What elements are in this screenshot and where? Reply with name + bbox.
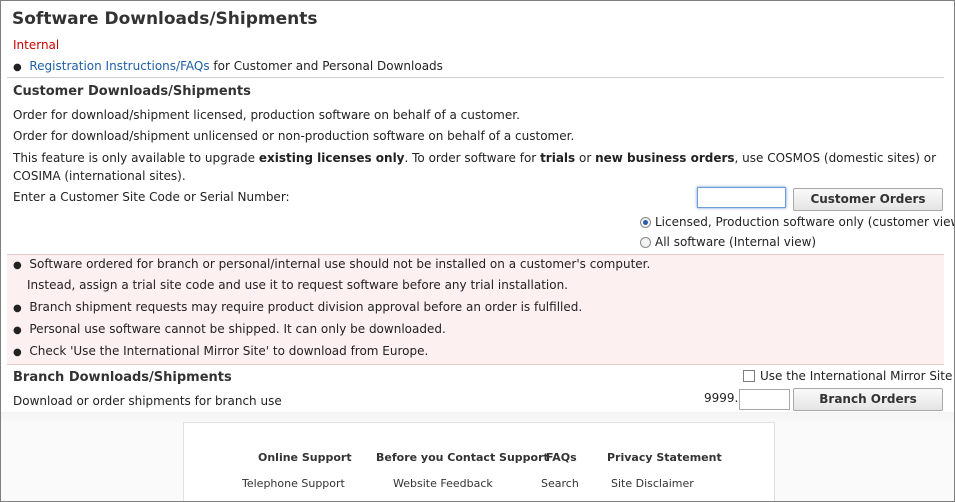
international-mirror-checkbox[interactable] [743, 370, 755, 382]
feature-bold-existing: existing licenses only [258, 151, 405, 165]
internal-label: Internal [13, 38, 60, 52]
branch-description: Download or order shipments for branch u… [13, 394, 282, 408]
branch-code-input[interactable] [739, 389, 790, 410]
warning-item: ● Personal use software cannot be shippe… [13, 322, 446, 336]
warning-item: ● Software ordered for branch or persona… [13, 257, 651, 271]
warning-item: ● Check 'Use the International Mirror Si… [13, 344, 429, 358]
registration-line: ● Registration Instructions/FAQs for Cus… [13, 59, 443, 73]
customer-licensed-text: Order for download/shipment licensed, pr… [13, 108, 520, 122]
branch-orders-button[interactable]: Branch Orders [793, 388, 943, 411]
bullet-icon: ● [13, 325, 22, 336]
bullet-icon: ● [13, 347, 22, 358]
customer-section-title: Customer Downloads/Shipments [13, 84, 251, 99]
main-frame: Software Downloads/Shipments Internal ● … [0, 0, 955, 502]
footer-search-link[interactable]: Search [541, 477, 579, 490]
footer-website-feedback-link[interactable]: Website Feedback [393, 477, 493, 490]
customer-site-code-input[interactable] [697, 187, 786, 208]
bullet-icon: ● [13, 303, 22, 314]
footer-site-disclaimer-link[interactable]: Site Disclaimer [611, 477, 694, 490]
footer-privacy-heading[interactable]: Privacy Statement [607, 451, 722, 464]
licensed-view-label[interactable]: Licensed, Production software only (cust… [655, 215, 954, 229]
international-mirror-label[interactable]: Use the International Mirror Site [760, 369, 952, 383]
site-code-label: Enter a Customer Site Code or Serial Num… [13, 190, 290, 204]
registration-instructions-link[interactable]: Registration Instructions/FAQs [29, 59, 209, 73]
warning-item: ● Branch shipment requests may require p… [13, 300, 583, 314]
customer-unlicensed-text: Order for download/shipment unlicensed o… [13, 129, 575, 143]
divider [7, 77, 944, 78]
footer-before-contact-heading[interactable]: Before you Contact Support [376, 451, 549, 464]
footer-telephone-support-link[interactable]: Telephone Support [242, 477, 345, 490]
feature-text-2: . To order software for [404, 151, 541, 165]
footer-online-support-heading[interactable]: Online Support [258, 451, 352, 464]
footer-faqs-heading[interactable]: FAQs [546, 451, 577, 464]
feature-bold-trials: trials [540, 151, 576, 165]
feature-text-1: This feature is only available to upgrad… [13, 151, 259, 165]
feature-text-3: or [575, 151, 596, 165]
all-software-label[interactable]: All software (Internal view) [655, 235, 816, 249]
warning-item-continuation: Instead, assign a trial site code and us… [27, 278, 568, 292]
branch-code-prefix: 9999. [704, 391, 739, 405]
registration-suffix: for Customer and Personal Downloads [209, 59, 443, 73]
feature-bold-new-business: new business orders [595, 151, 735, 165]
branch-section-title: Branch Downloads/Shipments [13, 370, 232, 385]
bullet-icon: ● [13, 62, 22, 73]
licensed-view-radio[interactable] [640, 217, 651, 228]
all-software-radio[interactable] [640, 237, 651, 248]
feature-availability-text: This feature is only available to upgrad… [13, 149, 943, 185]
bullet-icon: ● [13, 260, 22, 271]
page-title: Software Downloads/Shipments [12, 9, 318, 29]
customer-orders-button[interactable]: Customer Orders [793, 188, 943, 211]
